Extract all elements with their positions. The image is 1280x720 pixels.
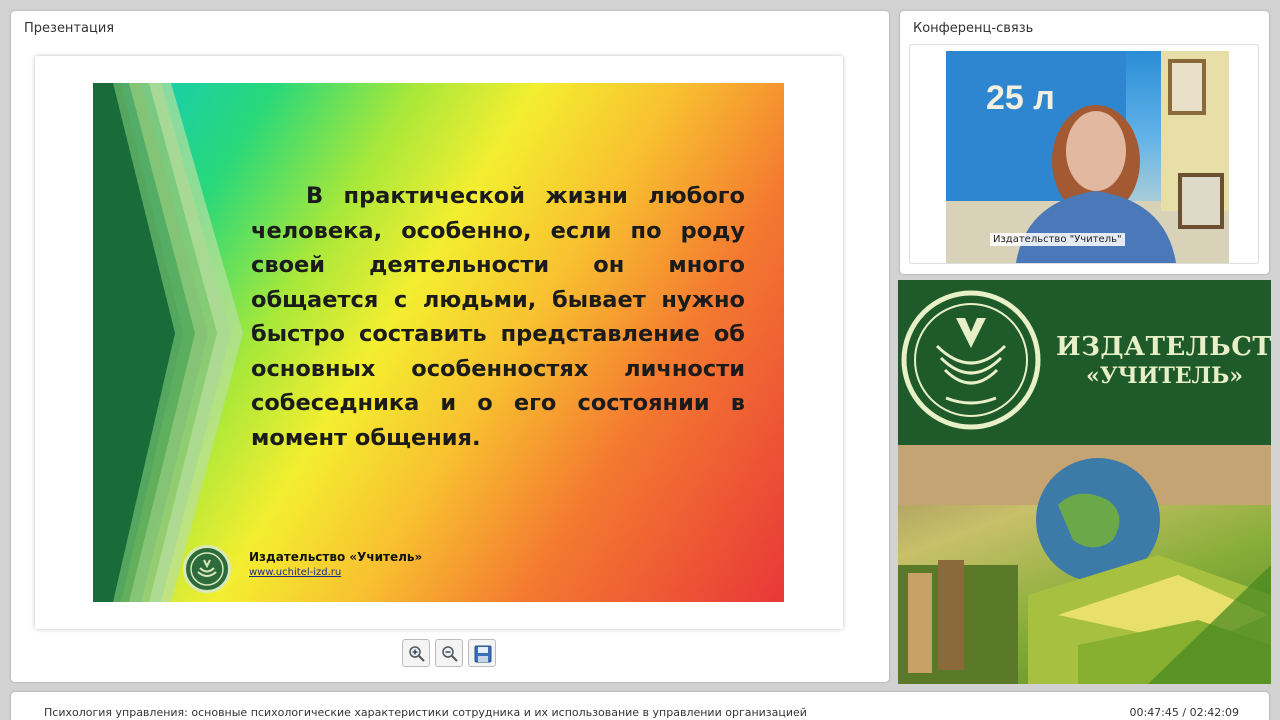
- video-caption: Издательство "Учитель": [990, 233, 1125, 246]
- zoom-in-icon: [409, 646, 425, 662]
- poster-number: 25 л: [986, 79, 1055, 117]
- banner-publisher-name-line2: «УЧИТЕЛЬ»: [1086, 363, 1243, 389]
- banner-books-image: [898, 445, 1271, 684]
- player-status-bar: Психология управления: основные психолог…: [11, 692, 1269, 720]
- video-frame: 25 л: [946, 51, 1229, 263]
- video-feed[interactable]: 25 л Издательство "Учитель": [909, 44, 1259, 264]
- publisher-emblem-icon: [901, 290, 1041, 430]
- banner-publisher-name-line1: ИЗДАТЕЛЬСТВО: [1056, 332, 1271, 362]
- slide-publisher-link[interactable]: www.uchitel-izd.ru: [249, 567, 341, 578]
- banner-logo-area: ИЗДАТЕЛЬСТВО «УЧИТЕЛЬ»: [898, 280, 1271, 445]
- publisher-banner: ИЗДАТЕЛЬСТВО «УЧИТЕЛЬ»: [898, 280, 1271, 684]
- playback-time: 00:47:45 / 02:42:09: [1129, 706, 1239, 719]
- zoom-out-button[interactable]: [435, 639, 463, 667]
- conference-panel: Конференц-связь 25 л Издательство "Учите…: [900, 11, 1269, 274]
- save-button[interactable]: [468, 639, 496, 667]
- zoom-out-icon: [442, 646, 458, 662]
- slide-chevron-decoration: [93, 83, 243, 602]
- slide: В практической жизни любого человека, ос…: [93, 83, 784, 602]
- books-globe-illustration: [898, 445, 1271, 684]
- zoom-in-button[interactable]: [402, 639, 430, 667]
- video-scene: 25 л: [946, 51, 1229, 263]
- conference-panel-title: Конференц-связь: [913, 21, 1034, 36]
- slide-frame: В практической жизни любого человека, ос…: [35, 56, 843, 629]
- publisher-logo: [183, 545, 231, 593]
- floppy-disk-icon: [474, 645, 492, 663]
- presentation-panel: Презентация В практической жизни любого …: [11, 11, 889, 682]
- presentation-panel-title: Презентация: [24, 21, 115, 36]
- course-title: Психология управления: основные психолог…: [44, 706, 807, 719]
- slide-body-text: В практической жизни любого человека, ос…: [251, 183, 745, 451]
- slide-publisher-name: Издательство «Учитель»: [249, 550, 423, 564]
